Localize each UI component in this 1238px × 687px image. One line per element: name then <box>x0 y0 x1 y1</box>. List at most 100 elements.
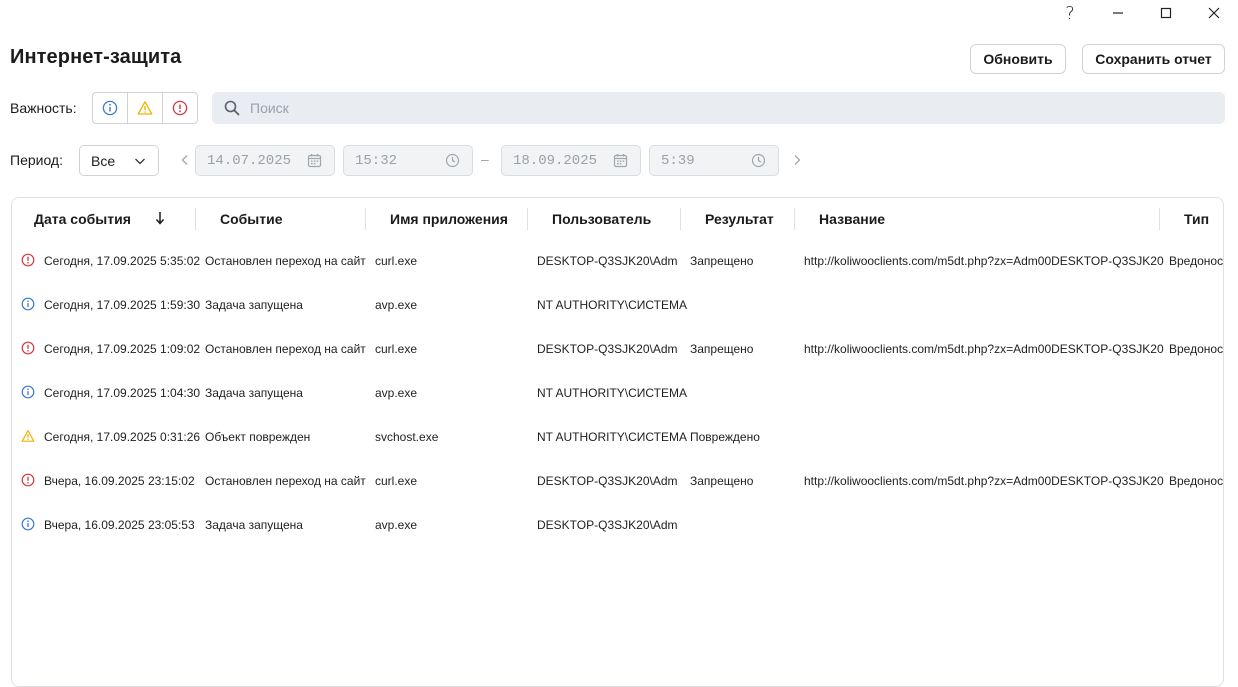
help-icon: ? <box>1065 2 1075 24</box>
cell-user: DESKTOP-Q3SJK20\Adm <box>537 342 678 356</box>
column-header-event[interactable]: Событие <box>220 211 283 227</box>
maximize-icon <box>1160 7 1172 19</box>
severity-toggle-group <box>92 92 198 124</box>
close-icon <box>1208 7 1220 19</box>
search-input[interactable] <box>248 99 1152 117</box>
cell-name: http://koliwooclients.com/m5dt.php?zx=Ad… <box>804 254 1164 268</box>
window-controls: ? <box>1046 0 1238 26</box>
cell-date: Сегодня, 17.09.2025 1:59:30 <box>44 298 201 312</box>
search-icon <box>224 100 240 116</box>
cell-date: Сегодня, 17.09.2025 1:04:30 <box>44 386 201 400</box>
table-header: Дата события Событие Имя приложения Поль… <box>12 198 1223 240</box>
cell-app: avp.exe <box>375 386 418 400</box>
cell-event: Остановлен переход на сайт <box>205 474 366 488</box>
sort-descending-icon[interactable] <box>155 211 165 225</box>
warning-icon <box>21 430 35 442</box>
cell-name: http://koliwooclients.com/m5dt.php?zx=Ad… <box>804 342 1164 356</box>
table-row[interactable]: Сегодня, 17.09.2025 0:31:26 Объект повреж… <box>12 416 1223 460</box>
period-next-button[interactable] <box>790 151 804 169</box>
severity-warning-toggle[interactable] <box>127 93 162 123</box>
column-header-name[interactable]: Название <box>819 211 885 227</box>
date-to-value: 18.09.2025 <box>513 152 598 169</box>
cell-date: Сегодня, 17.09.2025 0:31:26 <box>44 430 201 444</box>
table-row[interactable]: Сегодня, 17.09.2025 1:04:30 Задача запуще… <box>12 372 1223 416</box>
cell-app: curl.exe <box>375 254 418 268</box>
calendar-icon <box>613 154 628 168</box>
cell-date: Вчера, 16.09.2025 23:05:53 <box>44 518 195 532</box>
page-title: Интернет-защита <box>10 46 182 68</box>
time-to-field[interactable]: 5:39 <box>649 145 779 176</box>
period-select[interactable]: Все <box>79 145 159 176</box>
column-header-type[interactable]: Тип <box>1184 211 1209 227</box>
date-from-value: 14.07.2025 <box>207 152 292 169</box>
table-row[interactable]: Вчера, 16.09.2025 23:05:53 Задача запущен… <box>12 504 1223 548</box>
cell-result: Запрещено <box>690 474 754 488</box>
cell-app: curl.exe <box>375 474 418 488</box>
cell-type: Вредоносн <box>1169 342 1224 356</box>
period-prev-button[interactable] <box>178 151 192 169</box>
cell-type: Вредоносн <box>1169 254 1224 268</box>
help-button[interactable]: ? <box>1046 0 1094 26</box>
severity-label: Важность: <box>10 100 77 116</box>
column-divider[interactable] <box>527 208 528 230</box>
error-icon <box>21 341 35 355</box>
save-report-button[interactable]: Сохранить отчет <box>1082 44 1225 74</box>
cell-date: Сегодня, 17.09.2025 5:35:02 <box>44 254 201 268</box>
period-select-value: Все <box>91 152 116 169</box>
calendar-icon <box>307 154 322 168</box>
cell-event: Задача запущена <box>205 386 303 400</box>
cell-result: Запрещено <box>690 254 754 268</box>
date-to-field[interactable]: 18.09.2025 <box>501 145 641 176</box>
cell-app: avp.exe <box>375 298 418 312</box>
cell-user: DESKTOP-Q3SJK20\Adm <box>537 518 678 532</box>
table-row[interactable]: Сегодня, 17.09.2025 1:59:30 Задача запуще… <box>12 284 1223 328</box>
column-header-date[interactable]: Дата события <box>34 211 131 227</box>
table-row[interactable]: Сегодня, 17.09.2025 5:35:02 Остановлен пе… <box>12 240 1224 284</box>
search-box <box>212 92 1225 124</box>
severity-error-toggle[interactable] <box>162 93 197 123</box>
cell-user: NT AUTHORITY\СИСТЕМА <box>537 430 688 444</box>
refresh-button[interactable]: Обновить <box>970 44 1066 74</box>
time-to-value: 5:39 <box>661 152 695 169</box>
time-from-field[interactable]: 15:32 <box>343 145 473 176</box>
time-from-value: 15:32 <box>355 152 398 169</box>
cell-app: avp.exe <box>375 518 418 532</box>
chevron-right-icon <box>794 155 801 165</box>
cell-result: Повреждено <box>690 430 760 444</box>
table-row[interactable]: Сегодня, 17.09.2025 1:09:02 Остановлен пе… <box>12 328 1224 372</box>
close-button[interactable] <box>1190 0 1238 26</box>
error-icon <box>172 100 188 116</box>
column-divider[interactable] <box>365 208 366 230</box>
table-row[interactable]: Вчера, 16.09.2025 23:15:02 Остановлен пер… <box>12 460 1223 504</box>
cell-user: DESKTOP-Q3SJK20\Adm <box>537 254 678 268</box>
column-divider[interactable] <box>794 208 795 230</box>
cell-date: Вчера, 16.09.2025 23:15:02 <box>44 474 195 488</box>
maximize-button[interactable] <box>1142 0 1190 26</box>
cell-event: Задача запущена <box>205 298 303 312</box>
cell-name: http://koliwooclients.com/m5dt.php?zx=Ad… <box>804 474 1164 488</box>
info-icon <box>102 100 118 116</box>
cell-event: Объект поврежден <box>205 430 311 444</box>
cell-event: Остановлен переход на сайт <box>205 254 366 268</box>
cell-event: Задача запущена <box>205 518 303 532</box>
column-header-app[interactable]: Имя приложения <box>390 211 508 227</box>
warning-icon <box>137 101 153 115</box>
column-divider[interactable] <box>680 208 681 230</box>
severity-info-toggle[interactable] <box>93 93 127 123</box>
column-divider[interactable] <box>1159 208 1160 230</box>
cell-app: svchost.exe <box>375 430 439 444</box>
column-divider[interactable] <box>195 208 196 230</box>
cell-user: NT AUTHORITY\СИСТЕМА <box>537 298 688 312</box>
error-icon <box>21 473 35 487</box>
events-table: Дата события Событие Имя приложения Поль… <box>11 197 1224 687</box>
range-separator: – <box>481 151 489 167</box>
column-header-result[interactable]: Результат <box>705 211 774 227</box>
date-from-field[interactable]: 14.07.2025 <box>195 145 335 176</box>
cell-event: Остановлен переход на сайт <box>205 342 366 356</box>
chevron-left-icon <box>181 155 188 165</box>
column-header-user[interactable]: Пользователь <box>552 211 651 227</box>
clock-icon <box>445 153 460 168</box>
period-label: Период: <box>10 152 63 168</box>
info-icon <box>21 297 35 311</box>
minimize-button[interactable] <box>1094 0 1142 26</box>
